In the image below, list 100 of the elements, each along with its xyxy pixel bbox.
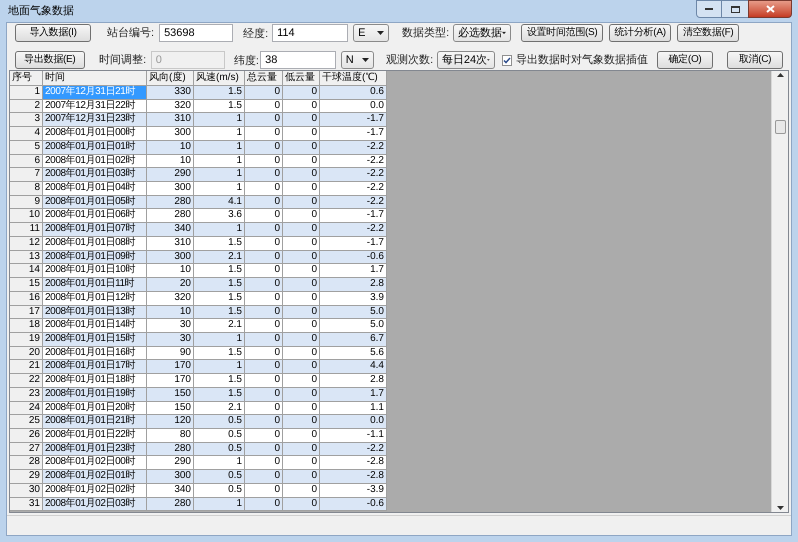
table-cell: 1	[194, 168, 245, 182]
table-cell: 170	[147, 360, 194, 374]
table-cell: 280	[147, 209, 194, 224]
table-cell: 0	[283, 442, 320, 456]
row-number: 6	[10, 154, 43, 168]
minimize-button[interactable]	[696, 0, 722, 18]
table-cell: 2008年01月01日03时	[43, 168, 147, 182]
table-cell: 4.1	[194, 196, 245, 210]
row-number: 8	[10, 182, 43, 196]
table-cell: 1.5	[194, 374, 245, 388]
table-cell: 0	[245, 456, 283, 470]
table-cell: 0	[245, 182, 283, 196]
table-cell: 1	[194, 332, 245, 347]
table-cell: 340	[147, 484, 194, 498]
table-cell: 1.5	[194, 306, 245, 320]
table-cell: 2008年01月01日17时	[43, 360, 147, 374]
field-label: 站台编号:	[107, 26, 154, 41]
table-cell: 2007年12月31日22时	[43, 100, 147, 114]
dropdown-arrow-icon	[502, 31, 506, 35]
table-cell: 0	[283, 209, 320, 224]
table-cell: 0	[245, 127, 283, 141]
input-field[interactable]: 114	[272, 24, 348, 42]
row-number: 7	[10, 168, 43, 182]
table-cell: 0	[283, 470, 320, 484]
dropdown[interactable]: 每日24次	[436, 51, 495, 69]
table-cell: 0	[245, 346, 283, 360]
table-cell: 0	[283, 428, 320, 443]
table-cell: 0	[283, 236, 320, 251]
table-cell: 1	[194, 113, 245, 128]
row-number: 26	[10, 428, 43, 443]
row-number: 23	[10, 388, 43, 402]
table-cell: -2.2	[320, 140, 387, 155]
dropdown[interactable]: E	[353, 24, 390, 42]
close-icon	[766, 5, 774, 13]
table-cell: 0	[283, 415, 320, 429]
action-button[interactable]: 清空数据(F)	[677, 24, 740, 42]
table-cell: 1	[194, 140, 245, 155]
table-cell: 2008年01月01日14时	[43, 319, 147, 333]
table-cell: 2008年01月01日13时	[43, 306, 147, 320]
action-button[interactable]: 确定(O)	[657, 51, 713, 69]
scroll-up-icon[interactable]	[776, 73, 784, 77]
table-cell: 2008年01月01日15时	[43, 332, 147, 347]
table-cell: 150	[147, 388, 194, 402]
maximize-button[interactable]	[722, 0, 748, 18]
table-cell: 2008年01月01日20时	[43, 402, 147, 416]
table-cell: 0	[283, 332, 320, 347]
table-cell: 0	[245, 86, 283, 100]
dropdown[interactable]: 必选数据	[453, 24, 512, 42]
table-cell: 2008年01月01日02时	[43, 154, 147, 168]
table-cell: 2008年01月02日03时	[43, 498, 147, 512]
interpolate-checkbox[interactable]	[502, 54, 512, 66]
table-cell: 0	[245, 236, 283, 251]
scrollbar[interactable]	[771, 71, 788, 512]
row-number: 20	[10, 346, 43, 360]
table-cell: 0	[283, 127, 320, 141]
table-cell: 0.5	[194, 442, 245, 456]
table-cell: 0.5	[194, 470, 245, 484]
table-cell: 4.4	[320, 360, 387, 374]
table-cell: 2008年01月01日16时	[43, 346, 147, 360]
row-number: 27	[10, 442, 43, 456]
row-number: 4	[10, 127, 43, 141]
table-cell: -2.2	[320, 223, 387, 237]
table-cell: -1.7	[320, 127, 387, 141]
action-button[interactable]: 导出数据(E)	[15, 51, 85, 69]
action-button[interactable]: 设置时间范围(S)	[521, 24, 604, 42]
row-number: 12	[10, 236, 43, 251]
table-cell: 120	[147, 415, 194, 429]
table-cell: -2.2	[320, 154, 387, 168]
table-cell: 2008年01月01日09时	[43, 250, 147, 264]
table-cell: 2008年01月01日23时	[43, 442, 147, 456]
table-cell: 2008年01月01日06时	[43, 209, 147, 224]
table-cell: 1.1	[320, 402, 387, 416]
table-cell: 1.5	[194, 388, 245, 402]
row-number: 9	[10, 196, 43, 210]
table-cell: 2008年01月01日01时	[43, 140, 147, 155]
row-number: 19	[10, 332, 43, 347]
table-cell: 0	[245, 402, 283, 416]
action-button[interactable]: 导入数据(I)	[15, 24, 91, 42]
table-cell: 1.7	[320, 264, 387, 278]
table-cell: 10	[147, 306, 194, 320]
table-cell: -1.1	[320, 428, 387, 443]
table-cell: 1	[194, 498, 245, 512]
table-cell: 0	[245, 209, 283, 224]
input-field[interactable]: 38	[260, 51, 336, 69]
action-button[interactable]: 取消(C)	[727, 51, 783, 69]
table-cell: 0	[283, 456, 320, 470]
scroll-down-icon[interactable]	[776, 506, 784, 510]
input-field[interactable]: 53698	[159, 24, 234, 42]
table-cell: 0	[245, 113, 283, 128]
table-cell: 10	[147, 140, 194, 155]
table-cell: 0	[283, 498, 320, 512]
scrollbar-thumb[interactable]	[774, 120, 786, 134]
table-cell: 3.6	[194, 209, 245, 224]
table-cell: -1.7	[320, 113, 387, 128]
action-button[interactable]: 统计分析(A)	[609, 24, 672, 42]
table-cell: 0	[283, 182, 320, 196]
dropdown[interactable]: N	[340, 51, 374, 69]
close-button[interactable]	[748, 0, 792, 18]
table-cell: 0	[283, 346, 320, 360]
table-cell: 80	[147, 428, 194, 443]
